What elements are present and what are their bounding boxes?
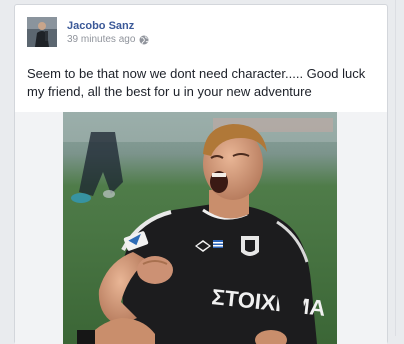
scrollbar-track[interactable] — [395, 0, 404, 336]
post-photo[interactable]: ΣΤΟΙΧΗΜΑ — [63, 112, 337, 344]
author-avatar[interactable] — [27, 17, 57, 47]
author-name[interactable]: Jacobo Sanz — [67, 20, 134, 32]
feed-post: Jacobo Sanz 39 minutes ago Seem to be th… — [14, 4, 388, 344]
globe-icon[interactable] — [139, 35, 149, 45]
post-meta: 39 minutes ago — [67, 34, 149, 45]
photo-container: ΣΤΟΙΧΗΜΑ — [15, 112, 387, 344]
post-timestamp[interactable]: 39 minutes ago — [67, 34, 135, 45]
post-text: Seem to be that now we dont need charact… — [27, 66, 366, 99]
